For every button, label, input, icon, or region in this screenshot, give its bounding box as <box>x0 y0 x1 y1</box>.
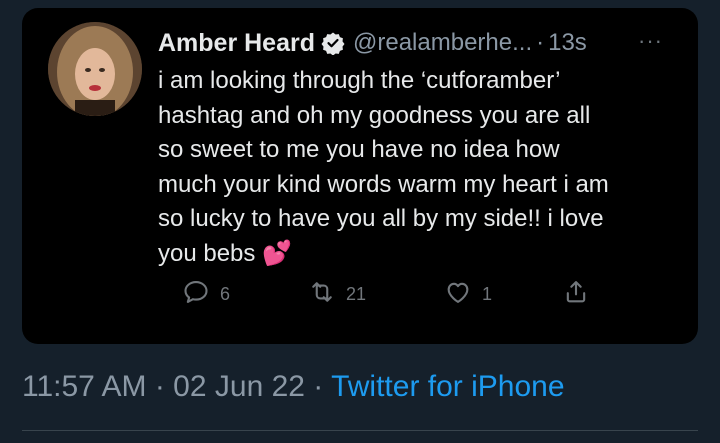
author-handle[interactable]: @realamberhe... <box>353 29 532 57</box>
reply-icon <box>182 278 210 311</box>
retweet-count: 21 <box>346 284 367 304</box>
tweet-time[interactable]: 13s <box>548 29 587 57</box>
separator-dot: · <box>536 29 545 56</box>
verified-badge-icon <box>321 31 345 55</box>
tweet-metadata: 11:57 AM · 02 Jun 22 · Twitter for iPhon… <box>22 370 565 404</box>
embedded-tweet-card[interactable]: Amber Heard @realamberhe... · 13s ··· i … <box>22 8 698 344</box>
source-link[interactable]: Twitter for iPhone <box>331 370 564 403</box>
timestamp[interactable]: 11:57 AM · 02 Jun 22 · <box>22 370 323 403</box>
more-icon[interactable]: ··· <box>638 28 663 54</box>
author-avatar[interactable] <box>48 22 142 116</box>
tweet-header: Amber Heard @realamberhe... · 13s <box>158 26 587 60</box>
divider <box>22 430 698 431</box>
like-count: 1 <box>482 284 493 304</box>
reply-button[interactable]: 6 <box>182 278 230 311</box>
author-name[interactable]: Amber Heard <box>158 29 315 58</box>
avatar-image <box>48 22 142 116</box>
tweet-body: i am looking through the ‘cutforamber’ h… <box>158 67 609 267</box>
retweet-button[interactable]: 21 <box>308 278 366 311</box>
share-button[interactable] <box>562 278 590 311</box>
retweet-icon <box>308 278 336 311</box>
two-hearts-emoji: 💕 <box>262 239 292 267</box>
like-button[interactable]: 1 <box>444 278 492 311</box>
share-icon <box>562 278 590 311</box>
tweet-text: i am looking through the ‘cutforamber’ h… <box>158 64 688 271</box>
reply-count: 6 <box>220 284 231 304</box>
like-icon <box>444 278 472 311</box>
tweet-actions: 6 21 1 <box>158 278 588 308</box>
